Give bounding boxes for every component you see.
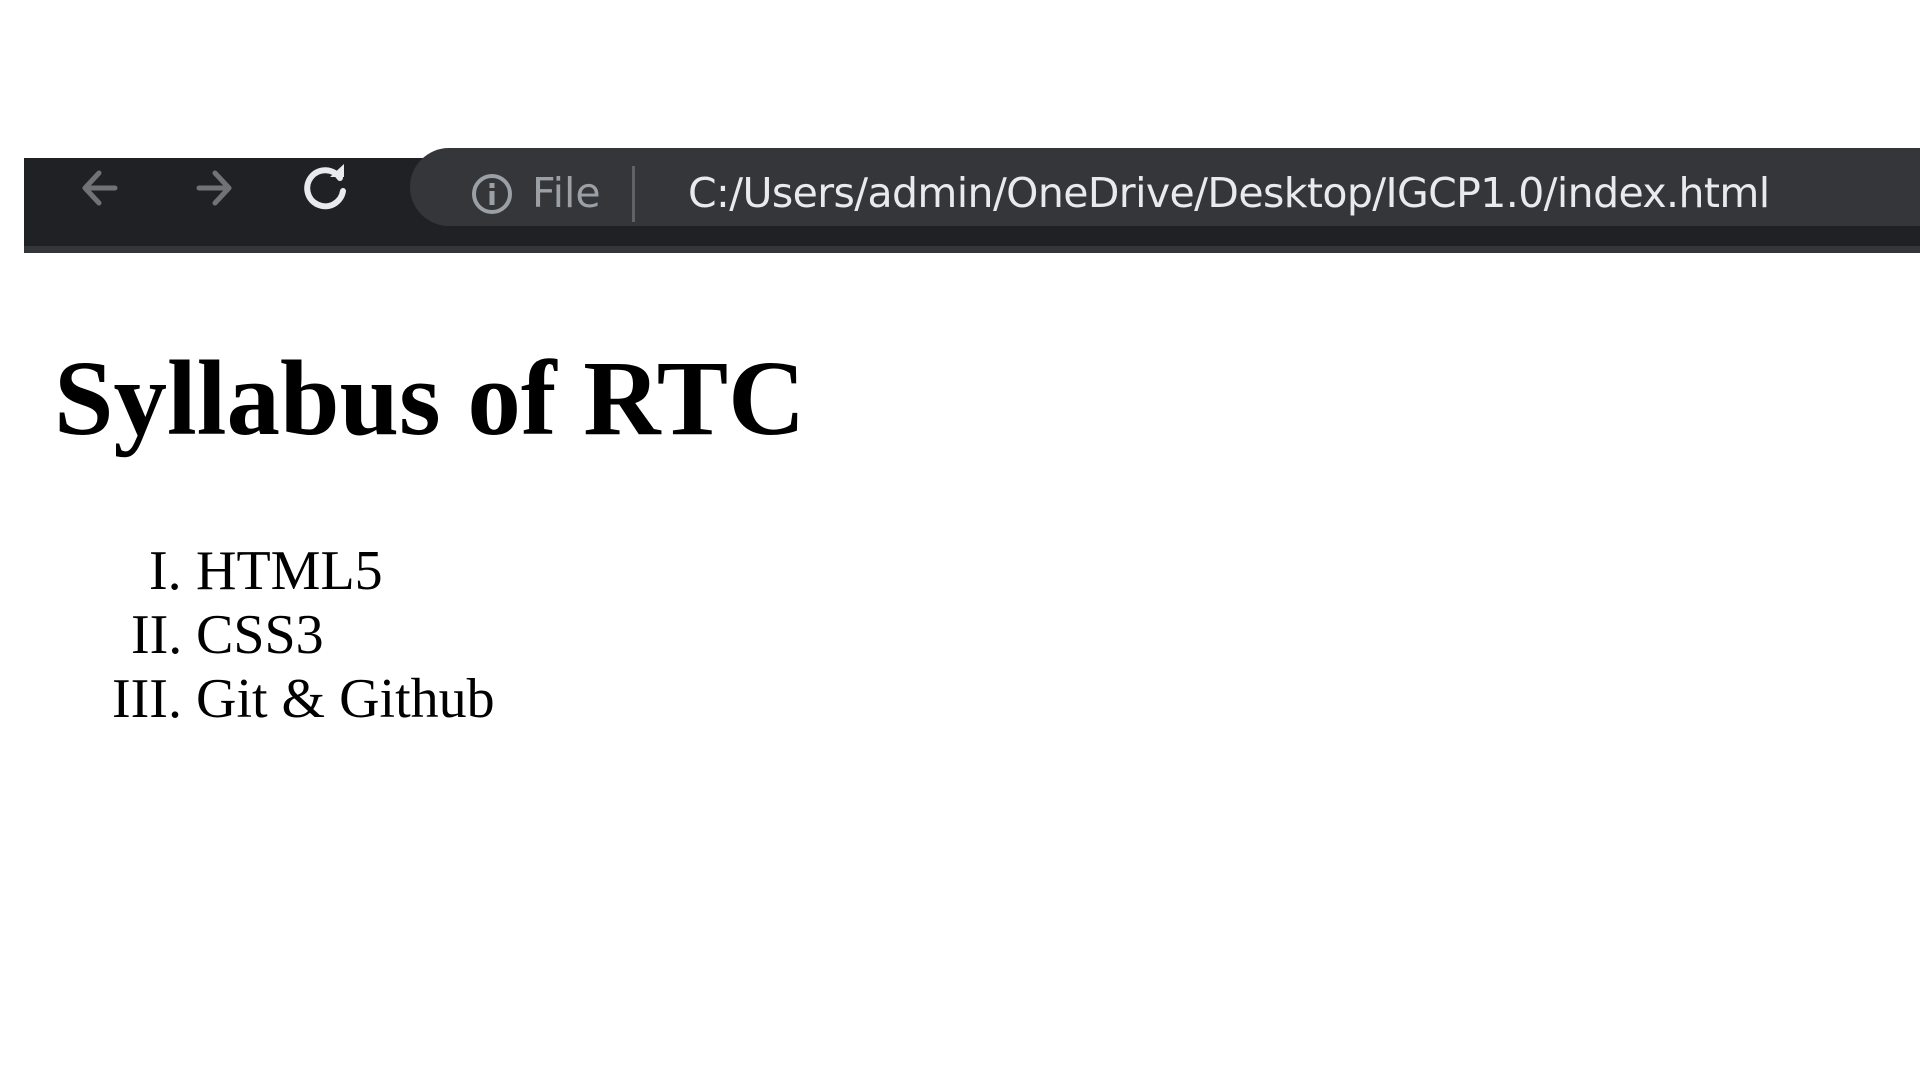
file-scheme-label: File xyxy=(532,169,601,217)
page-title: Syllabus of RTC xyxy=(54,340,806,458)
reload-button[interactable] xyxy=(296,158,356,218)
list-item-marker: II. xyxy=(131,604,183,666)
omnibox-divider xyxy=(632,166,635,222)
list-item-text: Git & Github xyxy=(196,668,495,730)
list-item-marker: III. xyxy=(112,668,182,730)
url-text[interactable]: C:/Users/admin/OneDrive/Desktop/IGCP1.0/… xyxy=(688,162,1770,224)
arrow-right-icon xyxy=(196,170,232,206)
back-button[interactable] xyxy=(70,158,130,218)
list-item-text: HTML5 xyxy=(196,540,383,602)
reload-icon xyxy=(304,164,346,210)
arrow-left-icon xyxy=(82,170,118,206)
list-item-marker: I. xyxy=(149,540,182,602)
address-bar[interactable]: File C:/Users/admin/OneDrive/Desktop/IGC… xyxy=(410,148,1920,226)
list-item-text: CSS3 xyxy=(196,604,324,666)
info-circle-icon[interactable] xyxy=(470,172,514,216)
page-content: Syllabus of RTC I. HTML5 II. CSS3 III. G… xyxy=(0,253,1920,1080)
browser-toolbar: File C:/Users/admin/OneDrive/Desktop/IGC… xyxy=(24,148,1920,253)
forward-button[interactable] xyxy=(184,158,244,218)
